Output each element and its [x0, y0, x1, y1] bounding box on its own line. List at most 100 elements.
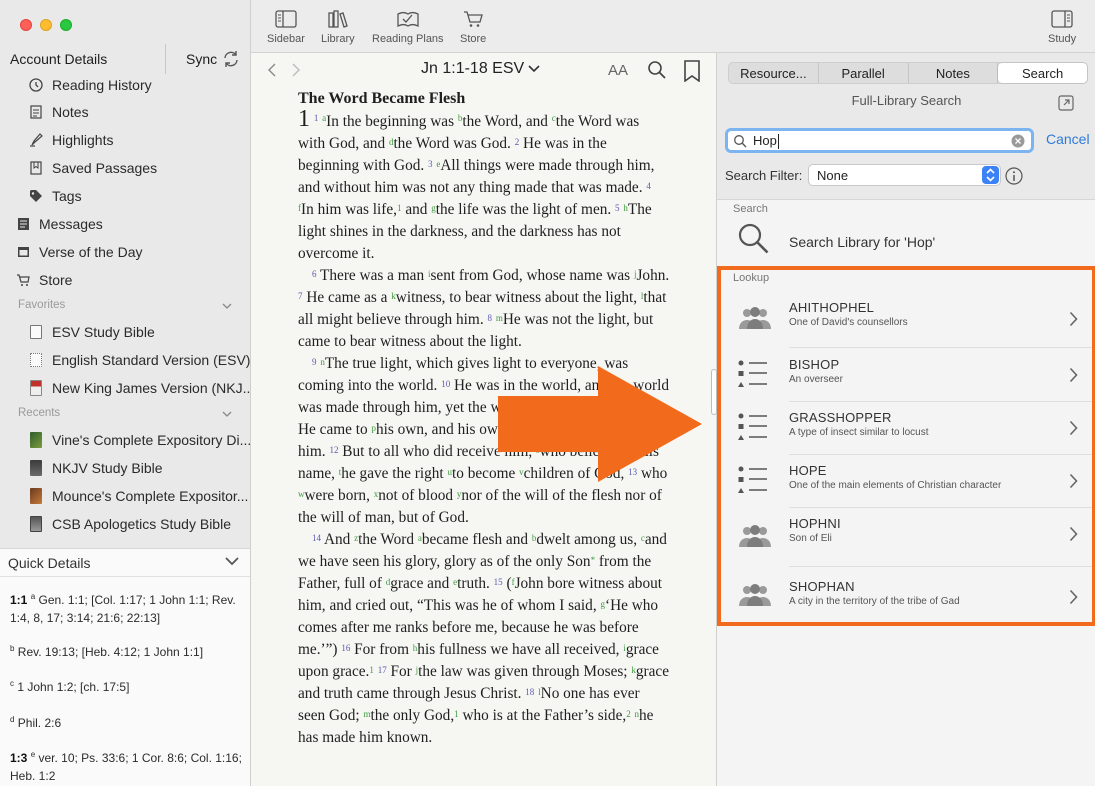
select-stepper-icon	[982, 166, 999, 184]
cross-reference-row[interactable]: 1:3 e ver. 10; Ps. 33:6; 1 Cor. 8:6; Col…	[10, 749, 242, 785]
lookup-subtitle: Son of Eli	[789, 533, 832, 544]
sync-icon[interactable]	[221, 49, 241, 69]
sidebar-item-highlights[interactable]: Highlights	[0, 126, 250, 154]
search-library-row[interactable]: Search Library for 'Hop'	[717, 212, 1095, 266]
info-icon[interactable]	[1005, 167, 1023, 185]
sidebar-item-label: Reading History	[52, 77, 152, 93]
lookup-title: GRASSHOPPER	[789, 410, 892, 425]
lookup-row[interactable]: BISHOP An overseer	[721, 348, 1092, 401]
cancel-button[interactable]: Cancel	[1046, 131, 1090, 147]
sidebar-item-saved-passages[interactable]: Saved Passages	[0, 154, 250, 182]
sidebar-item-tags[interactable]: Tags	[0, 182, 250, 210]
lookup-row[interactable]: AHITHOPHEL One of David's counsellors	[721, 288, 1092, 348]
search-input-value: Hop	[753, 133, 777, 148]
recent-item[interactable]: Vine's Complete Expository Di...	[0, 426, 250, 454]
history-icon	[29, 78, 43, 92]
study-panel: Resource... Parallel Notes Search Full-L…	[711, 53, 1095, 786]
sidebar-item-store[interactable]: Store	[0, 266, 250, 294]
messages-icon	[16, 217, 30, 231]
study-pane-icon	[1051, 10, 1073, 28]
reader-toolbar: Jn 1:1-18 ESV AA	[251, 53, 716, 87]
cross-reference-row[interactable]: 1:1 a Gen. 1:1; [Col. 1:17; 1 John 1:1; …	[10, 591, 242, 627]
search-icon[interactable]	[647, 60, 667, 80]
chevron-right-icon[interactable]	[291, 62, 301, 78]
study-button[interactable]: Study	[1048, 10, 1076, 45]
lookup-row[interactable]: HOPE One of the main elements of Christi…	[721, 454, 1092, 507]
close-window-button[interactable]	[20, 19, 32, 31]
sidebar-item-notes[interactable]: Notes	[0, 98, 250, 126]
sidebar-item-verse-of-the-day[interactable]: Verse of the Day	[0, 238, 250, 266]
chevron-left-icon[interactable]	[267, 62, 277, 78]
sidebar-button[interactable]: Sidebar	[267, 10, 305, 45]
cross-reference-row[interactable]: d Phil. 2:6	[10, 714, 242, 732]
chevron-right-icon	[1069, 589, 1078, 605]
lookup-row[interactable]: SHOPHAN A city in the territory of the t…	[721, 566, 1092, 622]
quick-details-title: Quick Details	[8, 555, 91, 571]
minimize-window-button[interactable]	[40, 19, 52, 31]
recent-label: NKJV Study Bible	[52, 460, 163, 476]
search-filter-select[interactable]: None	[808, 164, 1001, 186]
lookup-subtitle: A type of insect similar to locust	[789, 427, 929, 438]
footnote-mark: e	[30, 750, 36, 759]
favorite-item[interactable]: ESV Study Bible	[0, 318, 250, 346]
favorites-header: Favorites	[18, 299, 66, 311]
passage-selector[interactable]: Jn 1:1-18 ESV	[421, 60, 524, 78]
tab-resource[interactable]: Resource...	[729, 63, 819, 83]
book-cover-icon	[29, 380, 43, 396]
clear-search-icon[interactable]	[1011, 134, 1025, 148]
divider	[0, 576, 250, 577]
favorite-item[interactable]: English Standard Version (ESV)	[0, 346, 250, 374]
lookup-title: SHOPHAN	[789, 579, 855, 594]
sidebar: Account Details Sync Reading History Not…	[0, 0, 251, 786]
search-library-text: Search Library for 'Hop'	[789, 234, 936, 250]
library-icon	[328, 10, 348, 28]
reading-plans-button[interactable]: Reading Plans	[372, 10, 444, 45]
search-filter-label: Search Filter:	[725, 168, 803, 183]
study-tabs: Resource... Parallel Notes Search	[728, 62, 1088, 84]
tab-notes[interactable]: Notes	[909, 63, 999, 83]
sidebar-item-messages[interactable]: Messages	[0, 210, 250, 238]
open-external-icon[interactable]	[1058, 95, 1074, 111]
chevron-down-icon[interactable]	[224, 555, 240, 567]
chevron-right-icon	[1069, 367, 1078, 383]
font-size-button[interactable]: AA	[608, 62, 628, 79]
sidebar-item-label: Notes	[52, 104, 89, 120]
footnote-mark: c	[10, 679, 14, 688]
lookup-row[interactable]: HOPHNI Son of Eli	[721, 507, 1092, 567]
search-filter-value: None	[817, 168, 849, 183]
sidebar-item-label: Saved Passages	[52, 160, 158, 176]
sidebar-item-label: Highlights	[52, 132, 114, 148]
cross-reference-row[interactable]: c 1 John 1:2; [ch. 17:5]	[10, 678, 242, 696]
chevron-down-icon[interactable]	[222, 303, 232, 310]
search-input[interactable]: Hop	[725, 128, 1034, 153]
cross-reference-row[interactable]: b Rev. 19:13; [Heb. 4:12; 1 John 1:1]	[10, 643, 242, 661]
chevron-down-icon[interactable]	[527, 64, 541, 74]
lookup-group-label: Lookup	[733, 272, 770, 284]
tab-search[interactable]: Search	[998, 63, 1087, 83]
store-button-label: Store	[460, 33, 487, 45]
recent-item[interactable]: NKJV Study Bible	[0, 454, 250, 482]
sidebar-item-reading-history[interactable]: Reading History	[0, 72, 250, 99]
tag-icon	[29, 189, 43, 203]
store-button[interactable]: Store	[460, 10, 486, 45]
bookmark-icon[interactable]	[683, 60, 701, 82]
account-details-link[interactable]: Account Details	[10, 51, 107, 67]
sync-label[interactable]: Sync	[186, 51, 217, 67]
recent-item[interactable]: CSB Apologetics Study Bible	[0, 510, 250, 538]
recent-item[interactable]: Mounce's Complete Expositor...	[0, 482, 250, 510]
chevron-right-icon	[1069, 526, 1078, 542]
sidebar-nav: Reading History Notes Highlights Saved P…	[0, 72, 250, 548]
sidebar-item-label: Store	[39, 272, 73, 288]
book-icon	[29, 353, 43, 367]
quick-details-panel: Quick Details 1:1 a Gen. 1:1; [Col. 1:17…	[0, 548, 250, 786]
lookup-subtitle: An overseer	[789, 374, 843, 385]
book-cover-icon	[29, 460, 43, 476]
favorite-item[interactable]: New King James Version (NKJ...	[0, 374, 250, 402]
library-button[interactable]: Library	[321, 10, 355, 45]
section-heading: The Word Became Flesh	[298, 90, 466, 107]
zoom-window-button[interactable]	[60, 19, 72, 31]
lookup-row[interactable]: GRASSHOPPER A type of insect similar to …	[721, 401, 1092, 454]
tab-parallel[interactable]: Parallel	[819, 63, 909, 83]
chevron-down-icon[interactable]	[222, 411, 232, 418]
sidebar-item-label: Tags	[52, 188, 82, 204]
